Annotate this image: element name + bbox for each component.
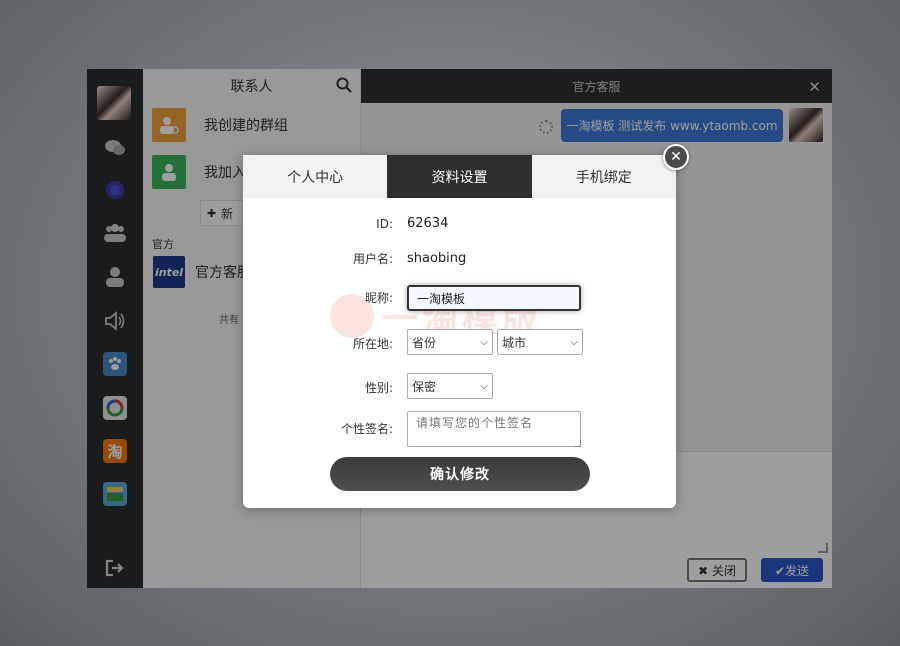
id-label: ID: <box>376 217 393 231</box>
gender-select[interactable]: 保密 ⌵ <box>407 373 493 399</box>
chevron-down-icon: ⌵ <box>480 381 488 392</box>
signature-input[interactable] <box>407 411 581 447</box>
chevron-down-icon: ⌵ <box>480 337 488 348</box>
signature-row: 个性签名: <box>243 411 676 447</box>
nickname-input[interactable] <box>407 285 581 311</box>
tab-personal-center[interactable]: 个人中心 <box>243 155 387 198</box>
username-row: 用户名: shaobing <box>243 244 676 274</box>
modal-close-button[interactable]: ✕ <box>663 144 689 170</box>
username-label: 用户名: <box>352 252 393 266</box>
confirm-button[interactable]: 确认修改 <box>330 457 590 491</box>
nickname-label: 昵称: <box>364 291 393 305</box>
gender-row: 性别: 保密 ⌵ <box>243 373 676 403</box>
location-row: 所在地: 省份 ⌵ 城市 ⌵ <box>243 329 676 359</box>
location-label: 所在地: <box>352 337 393 351</box>
profile-settings-modal: 个人中心 资料设置 手机绑定 ✕ 一淘模版 ID: 62634 用户名: sha… <box>243 144 689 508</box>
id-row: ID: 62634 <box>243 209 676 239</box>
city-select[interactable]: 城市 ⌵ <box>497 329 583 355</box>
chevron-down-icon: ⌵ <box>570 337 578 348</box>
id-value: 62634 <box>407 216 449 231</box>
signature-label: 个性签名: <box>340 422 393 436</box>
tab-phone-binding[interactable]: 手机绑定 <box>532 155 676 198</box>
tab-profile-settings[interactable]: 资料设置 <box>387 155 532 198</box>
modal-tabs: 个人中心 资料设置 手机绑定 <box>243 155 676 198</box>
username-value: shaobing <box>407 251 467 266</box>
nickname-row: 昵称: <box>243 285 676 315</box>
province-select[interactable]: 省份 ⌵ <box>407 329 493 355</box>
gender-label: 性别: <box>364 381 393 395</box>
resize-handle-icon <box>574 440 581 447</box>
